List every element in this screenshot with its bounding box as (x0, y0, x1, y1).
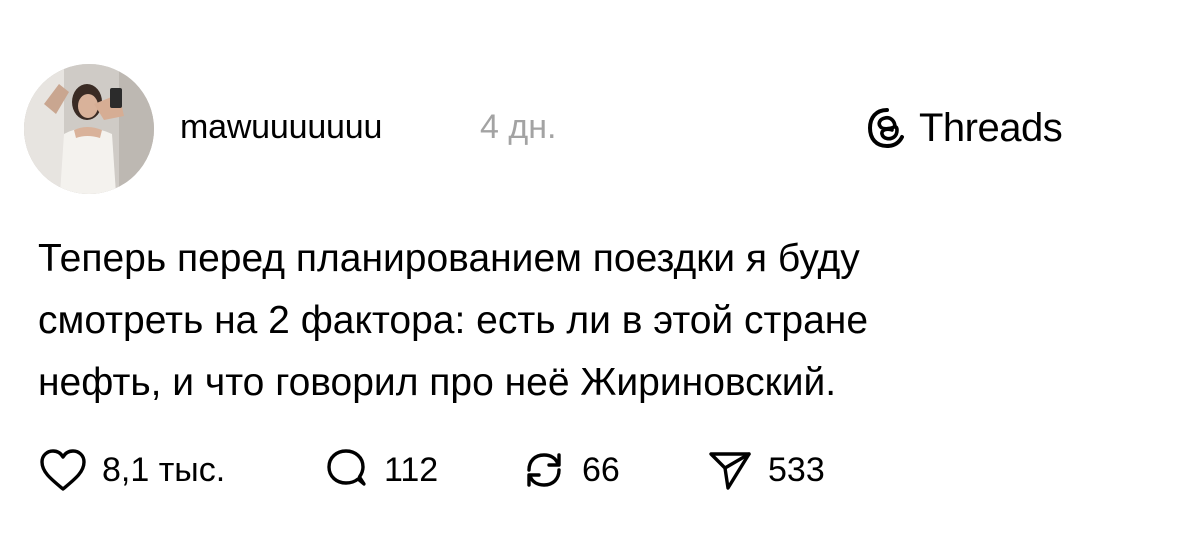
paper-plane-icon (709, 452, 751, 490)
threads-logo-icon (867, 108, 904, 149)
avatar[interactable] (24, 64, 154, 194)
like-button[interactable]: 8,1 тыс. (38, 440, 225, 500)
post-body: Теперь перед планированием поездки я буд… (38, 228, 1138, 414)
avatar-photo (24, 64, 154, 194)
reply-count: 112 (384, 450, 439, 489)
threads-post: mawuuuuuuu 4 дн. Threads Теперь перед пл… (0, 0, 1179, 538)
share-button[interactable]: 533 (706, 440, 825, 500)
share-count: 533 (768, 450, 825, 489)
repost-arrows-icon (527, 453, 561, 487)
post-text-line: нефть, и что говорил про неё Жириновский… (38, 361, 837, 404)
post-text-line: Теперь перед планированием поездки я буд… (38, 237, 860, 280)
post-text-line: смотреть на 2 фактора: есть ли в этой ст… (38, 299, 869, 342)
threads-label: Threads (919, 105, 1063, 150)
repost-button[interactable]: 66 (520, 440, 620, 500)
threads-brand: Threads (865, 103, 1063, 153)
username[interactable]: mawuuuuuuu (180, 108, 382, 147)
repost-count: 66 (582, 450, 620, 489)
heart-icon (40, 449, 86, 491)
like-count: 8,1 тыс. (102, 450, 226, 489)
reply-button[interactable]: 112 (322, 440, 438, 500)
speech-bubble-icon (327, 449, 366, 486)
post-timestamp: 4 дн. (480, 108, 557, 146)
